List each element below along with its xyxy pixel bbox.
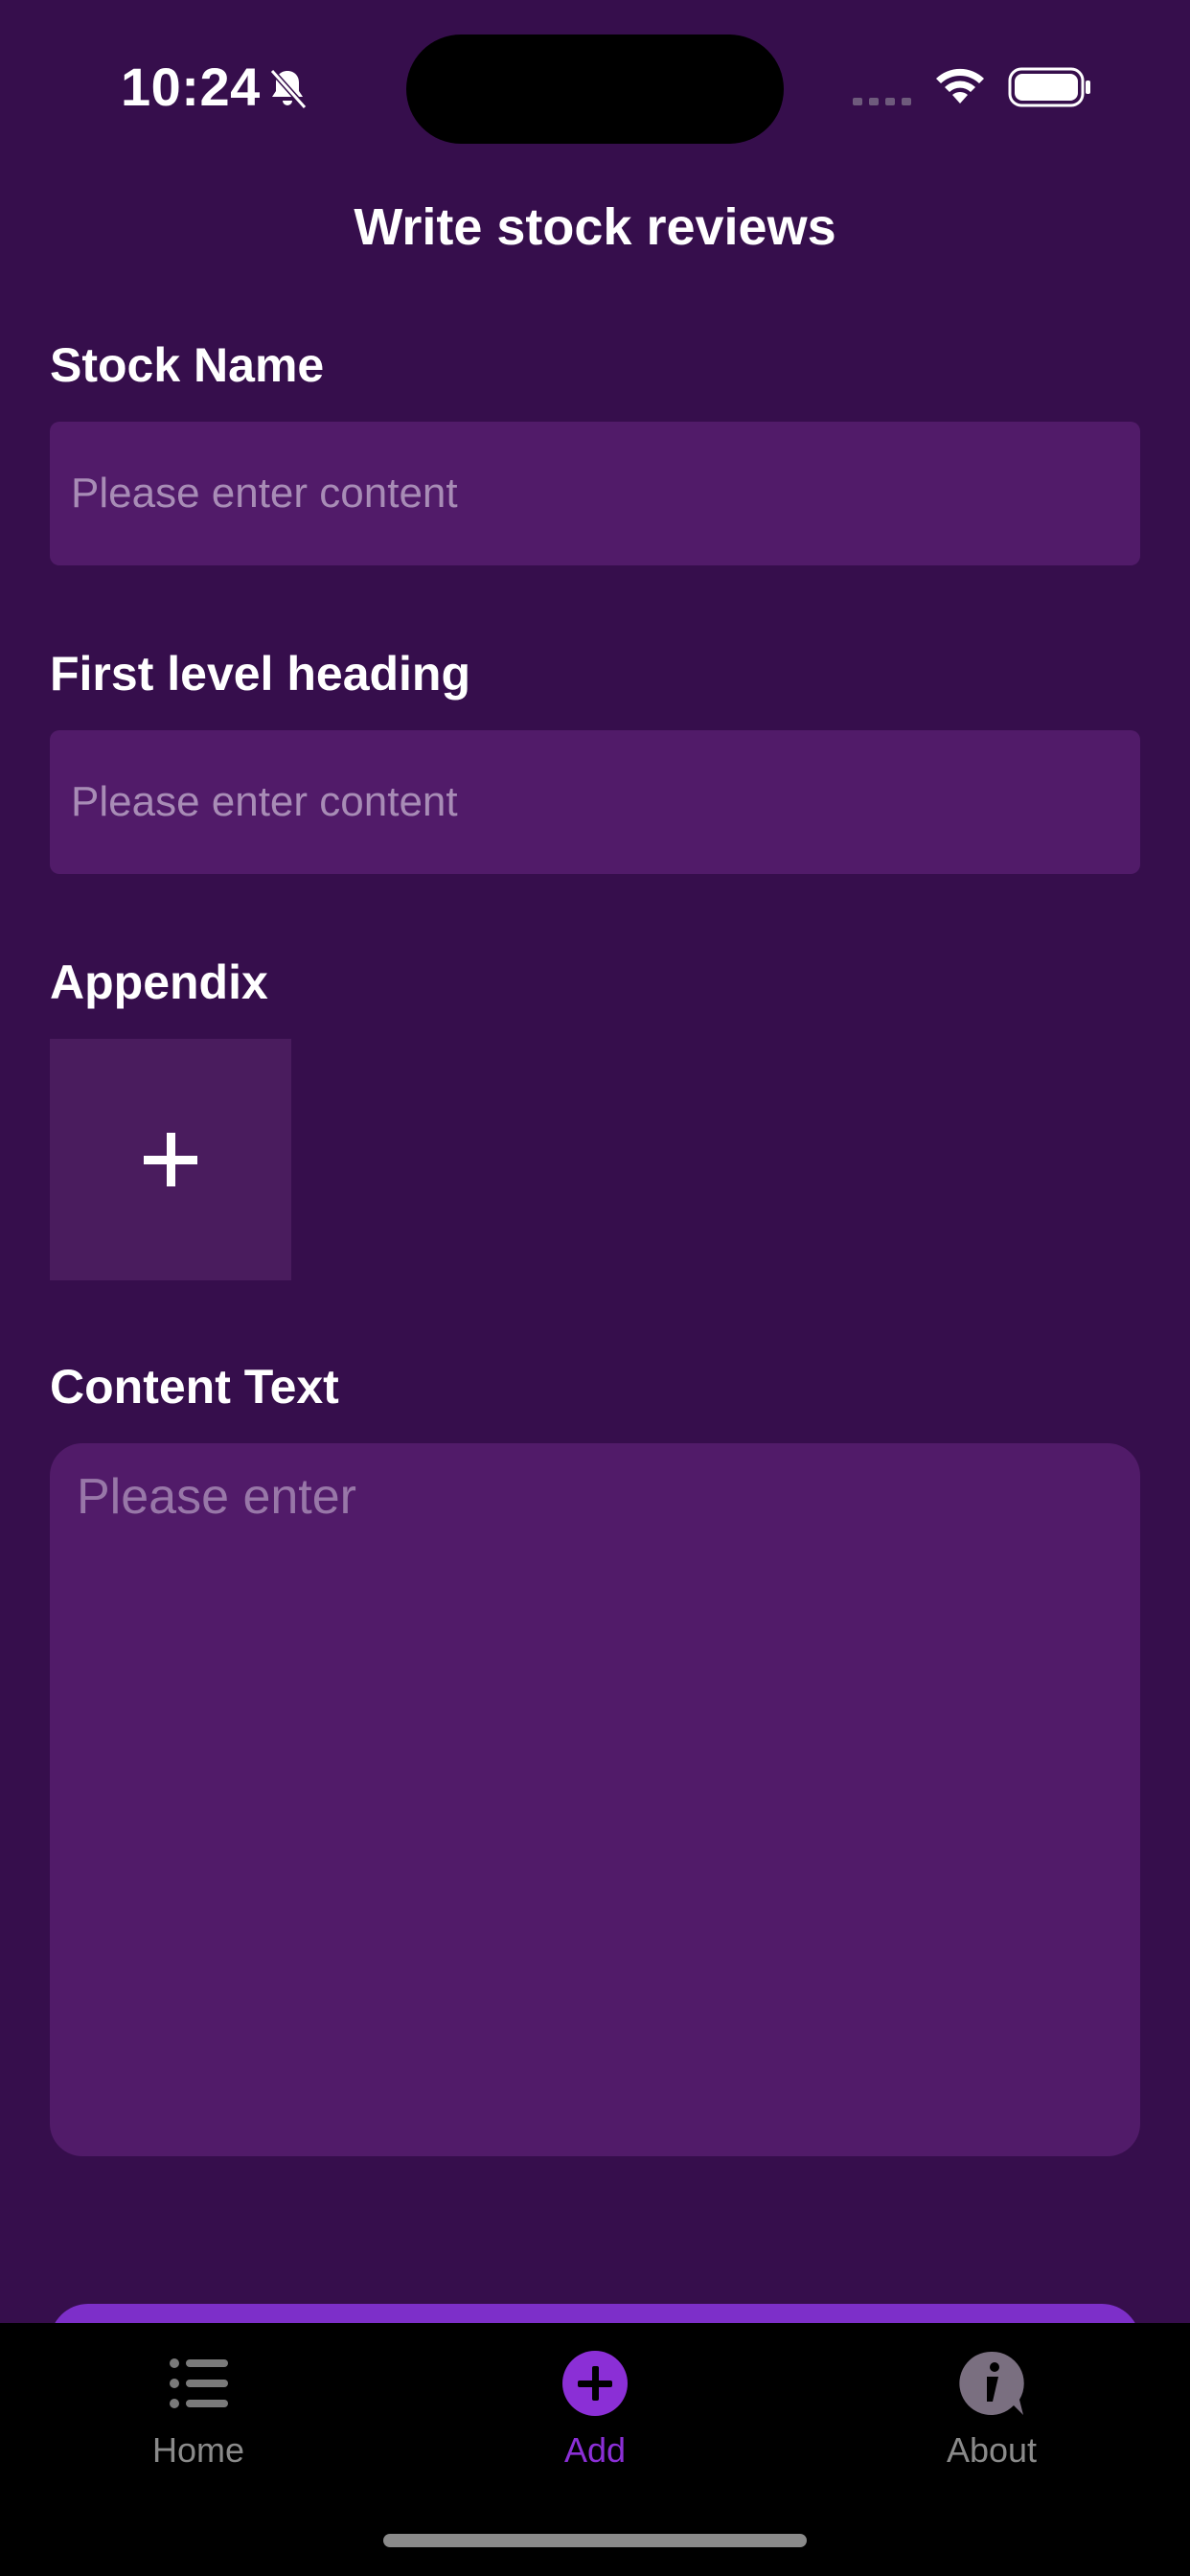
info-bubble-icon [959,2351,1024,2415]
status-bar: 10:24 [0,0,1190,172]
dynamic-island [406,34,784,144]
list-icon [170,2358,228,2408]
add-appendix-button[interactable] [50,1039,291,1280]
battery-icon [1008,67,1090,107]
signal-icon [853,98,911,105]
tab-home[interactable]: Home [0,2323,397,2515]
first-level-heading-label: First level heading [50,647,471,701]
tab-add-label: Add [563,2430,627,2470]
bell-slash-icon [269,68,308,110]
status-time: 10:24 [121,57,261,117]
page-title: Write stock reviews [354,198,836,256]
content-text-label: Content Text [50,1360,339,1414]
write-review-screen: 10:24 Write stock reviews Stock Name Ple… [0,0,1190,2576]
stock-name-input[interactable] [50,422,1140,565]
tab-add[interactable]: Add [397,2323,793,2515]
appendix-label: Appendix [50,955,268,1009]
wifi-icon [936,68,984,104]
tab-home-label: Home [151,2430,245,2470]
tab-about-label: About [946,2430,1038,2470]
content-text-area[interactable] [50,1443,1140,2156]
first-level-heading-input[interactable] [50,730,1140,874]
tab-about[interactable]: About [793,2323,1190,2515]
stock-name-label: Stock Name [50,338,325,392]
plus-circle-icon [562,2351,628,2416]
plus-icon [144,1133,197,1186]
home-indicator [383,2534,807,2547]
